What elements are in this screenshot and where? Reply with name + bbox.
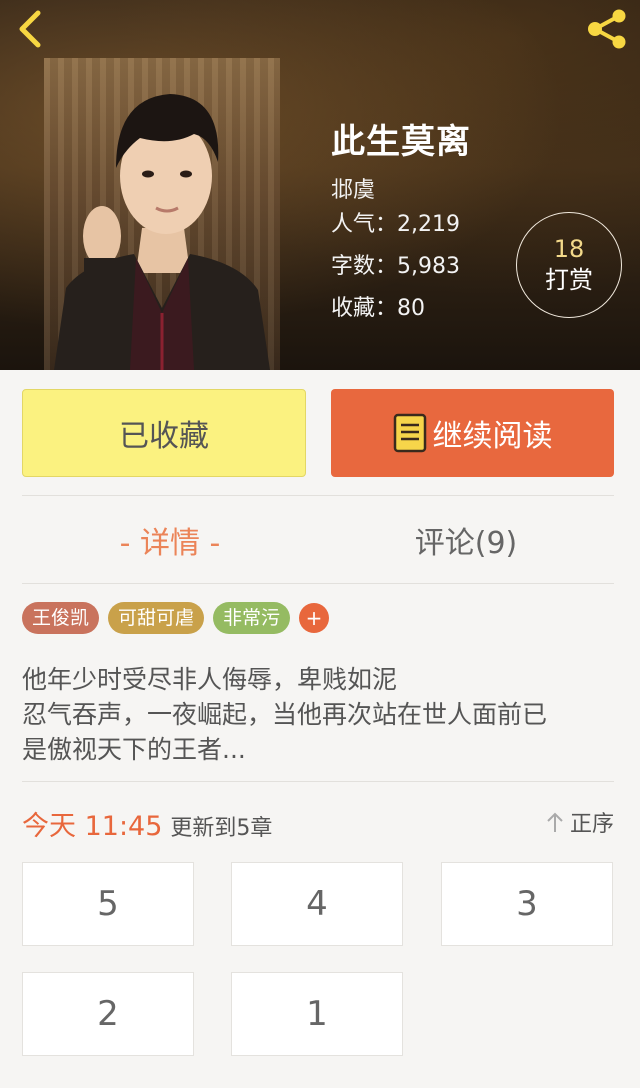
favorited-button-label: 已收藏 [119,419,209,454]
chapter-button[interactable]: 5 [22,862,194,946]
reward-button[interactable]: 18 打赏 [516,212,622,318]
reward-count: 18 [553,235,585,263]
tag-list: 王俊凯 可甜可虐 非常污 + [22,602,330,634]
chapter-button[interactable]: 4 [231,862,403,946]
book-icon [393,413,427,453]
update-chapter-text: 更新到5章 [170,816,273,841]
chapter-button[interactable]: 2 [22,972,194,1056]
favorites-stat: 收藏： 80 [331,288,471,330]
sort-order-button[interactable]: 正序 [546,806,614,838]
popularity-value: 2,219 [397,212,460,237]
sort-order-label: 正序 [569,812,614,837]
book-info: 此生莫离 邶虞 人气： 2,219 字数： 5,983 收藏： 80 [331,114,471,330]
favorites-label: 收藏： [331,296,398,321]
book-description: 他年少时受尽非人侮辱，卑贱如泥 忍气吞声，一夜崛起，当他再次站在世人面前已 是傲… [22,662,622,767]
tag-item[interactable]: 可甜可虐 [108,602,205,634]
tab-comments[interactable]: 评论(9) [318,496,614,584]
chapter-button[interactable]: 1 [231,972,403,1056]
arrow-up-icon [546,811,564,833]
share-button[interactable] [582,6,632,52]
update-time: 今天 11:45 [22,811,163,842]
word-count-stat: 字数： 5,983 [331,246,471,288]
reward-label: 打赏 [545,266,593,294]
add-tag-button[interactable]: + [299,603,330,633]
favorites-value: 80 [397,296,426,321]
book-cover-image [44,58,280,370]
book-author: 邶虞 [331,178,376,203]
continue-reading-label: 继续阅读 [432,419,553,454]
description-line: 忍气吞声，一夜崛起，当他再次站在世人面前已 [22,700,548,729]
continue-reading-button[interactable]: 继续阅读 [331,389,614,477]
book-header: 此生莫离 邶虞 人气： 2,219 字数： 5,983 收藏： 80 18 打赏 [0,0,640,370]
tab-comments-label: 评论(9) [414,526,518,561]
chapter-button[interactable]: 3 [441,862,613,946]
book-title: 此生莫离 [331,122,471,162]
description-line: 是傲视天下的王者... [22,735,246,764]
popularity-label: 人气： [331,212,398,237]
tag-item[interactable]: 非常污 [213,602,291,634]
description-line: 他年少时受尽非人侮辱，卑贱如泥 [22,665,398,694]
chevron-left-icon [19,10,41,48]
popularity-stat: 人气： 2,219 [331,204,471,246]
favorited-button[interactable]: 已收藏 [22,389,306,477]
back-button[interactable] [10,6,50,52]
tab-details-label: - 详情 - [119,526,221,561]
divider [22,781,614,782]
tab-details[interactable]: - 详情 - [22,496,318,584]
divider [22,583,614,584]
word-count-value: 5,983 [397,254,460,279]
word-count-label: 字数： [331,254,398,279]
update-info: 今天 11:45 更新到5章 [22,804,272,843]
share-icon [588,9,626,49]
tag-item[interactable]: 王俊凯 [22,602,100,634]
